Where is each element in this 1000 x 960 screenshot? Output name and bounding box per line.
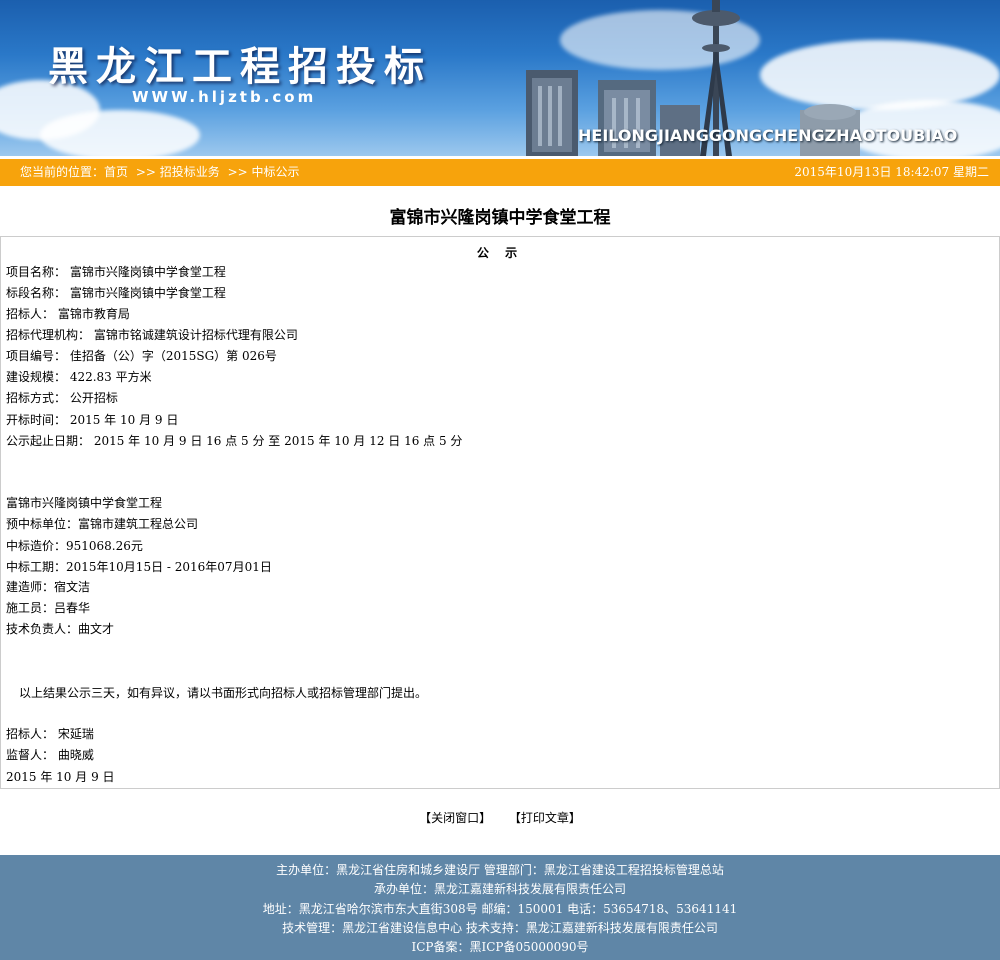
objection-statement: 以上结果公示三天，如有异议，请以书面形式向招标人或招标管理部门提出。 bbox=[19, 686, 428, 700]
constructor-field: 建造师：宿文洁 bbox=[6, 580, 91, 594]
breadcrumb-home-link[interactable]: 首页 bbox=[104, 165, 128, 179]
footer-organizer: 承办单位：黑龙江嘉建新科技发展有限责任公司 bbox=[373, 882, 626, 896]
footer-icp: ICP备案：黑ICP备05000090号 bbox=[411, 940, 589, 954]
footer-address: 地址：黑龙江省哈尔滨市东大直街308号 邮编：150001 电话：5365471… bbox=[262, 902, 738, 916]
notice-heading: 公 示 bbox=[476, 246, 524, 260]
breadcrumb-prefix: 您当前的位置： bbox=[20, 165, 105, 179]
project-name-field: 项目名称： 富锦市兴隆岗镇中学食堂工程 bbox=[6, 265, 226, 279]
site-title: 黑龙江工程招投标 bbox=[48, 44, 432, 90]
location-bar: 您当前的位置：首页 >> 招投标业务 >> 中标公示 2015年10月13日 1… bbox=[0, 159, 1000, 186]
construction-period-field: 中标工期：2015年10月15日 - 2016年07月01日 bbox=[6, 560, 272, 574]
notice-content: 公 示 项目名称： 富锦市兴隆岗镇中学食堂工程 标段名称： 富锦市兴隆岗镇中学食… bbox=[0, 236, 1000, 789]
bidding-method-field: 招标方式： 公开招标 bbox=[6, 391, 118, 405]
site-pinyin-title: HEILONGJIANGGONGCHENGZHAOTOUBIAO bbox=[578, 126, 958, 145]
tenderer-field: 招标人： 富锦市教育局 bbox=[6, 307, 130, 321]
agency-field: 招标代理机构： 富锦市铭诚建筑设计招标代理有限公司 bbox=[6, 328, 298, 342]
opening-time-field: 开标时间： 2015 年 10 月 9 日 bbox=[6, 413, 179, 427]
section-name-field: 标段名称： 富锦市兴隆岗镇中学食堂工程 bbox=[6, 286, 226, 300]
site-banner: 黑龙江工程招投标 WWW.hljztb.com HEILONGJIANGGONG… bbox=[0, 0, 1000, 156]
publicity-period-field: 公示起止日期： 2015 年 10 月 9 日 16 点 5 分 至 2015 … bbox=[6, 434, 463, 448]
breadcrumb-bidding-link[interactable]: >> 招投标业务 bbox=[136, 165, 220, 179]
close-window-link[interactable]: 【关闭窗口】 bbox=[419, 811, 491, 825]
technical-lead-field: 技术负责人：曲文才 bbox=[6, 622, 115, 636]
result-project-name: 富锦市兴隆岗镇中学食堂工程 bbox=[6, 496, 163, 510]
site-footer: 主办单位：黑龙江省住房和城乡建设厅 管理部门：黑龙江省建设工程招投标管理总站 承… bbox=[0, 855, 1000, 960]
article-actions: 【关闭窗口】 【打印文章】 bbox=[0, 809, 1000, 826]
page-title: 富锦市兴隆岗镇中学食堂工程 bbox=[389, 208, 611, 228]
signature-date: 2015 年 10 月 9 日 bbox=[6, 770, 115, 784]
breadcrumb-award-link[interactable]: >> 中标公示 bbox=[228, 165, 300, 179]
site-worker-field: 施工员：吕春华 bbox=[6, 601, 91, 615]
winning-price-field: 中标造价：951068.26元 bbox=[6, 539, 143, 553]
signature-supervisor: 监督人： 曲晓威 bbox=[6, 748, 94, 762]
print-article-link[interactable]: 【打印文章】 bbox=[509, 811, 581, 825]
current-datetime: 2015年10月13日 18:42:07 星期二 bbox=[794, 165, 989, 179]
winning-bidder-field: 预中标单位：富锦市建筑工程总公司 bbox=[6, 517, 199, 531]
breadcrumb: 您当前的位置：首页 >> 招投标业务 >> 中标公示 bbox=[20, 159, 304, 186]
construction-scale-field: 建设规模： 422.83 平方米 bbox=[6, 370, 152, 384]
project-number-field: 项目编号： 佳招备（公）字（2015SG）第 026号 bbox=[6, 349, 277, 363]
site-url: WWW.hljztb.com bbox=[132, 88, 317, 106]
footer-tech: 技术管理：黑龙江省建设信息中心 技术支持：黑龙江嘉建新科技发展有限责任公司 bbox=[282, 921, 718, 935]
signature-tenderer: 招标人： 宋延瑞 bbox=[6, 727, 94, 741]
footer-sponsor: 主办单位：黑龙江省住房和城乡建设厅 管理部门：黑龙江省建设工程招投标管理总站 bbox=[276, 863, 724, 877]
